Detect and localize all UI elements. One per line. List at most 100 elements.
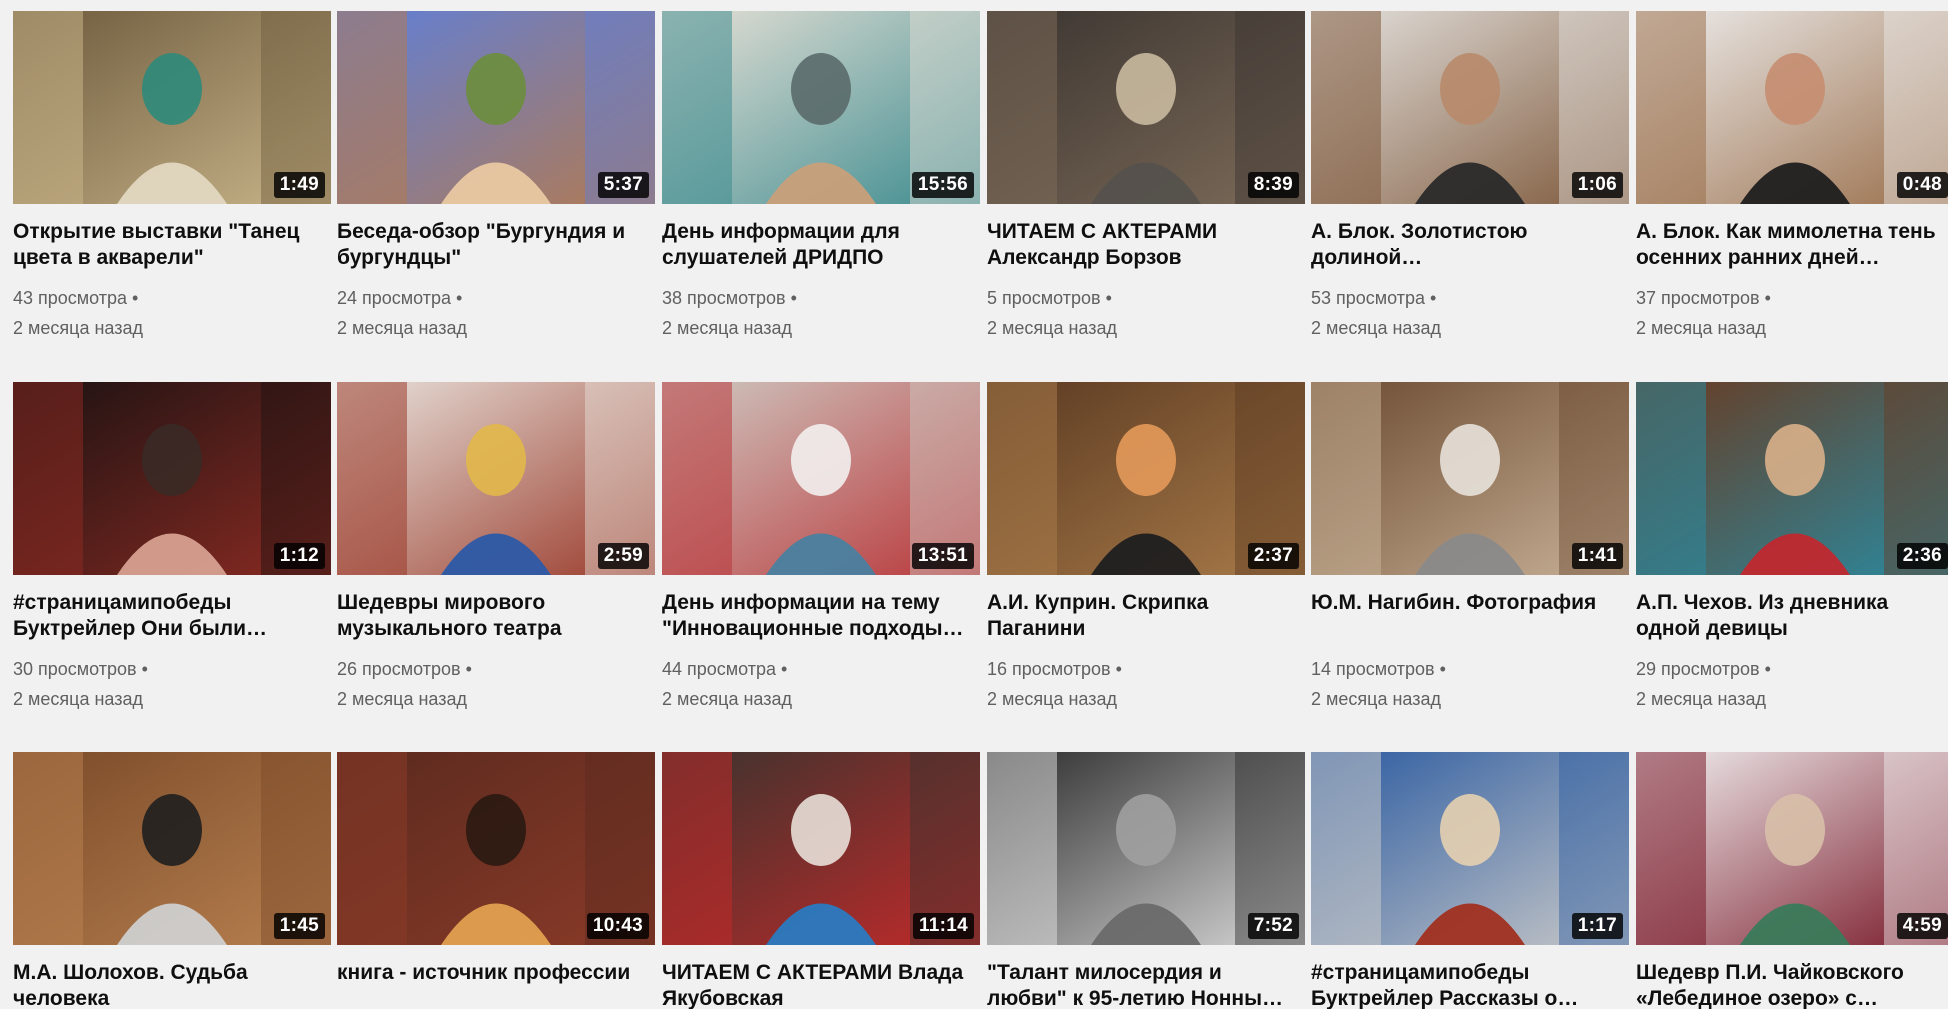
upload-age: 2 месяца назад (1311, 318, 1441, 338)
video-title[interactable]: Шедевры мирового музыкального театра (337, 590, 655, 642)
video-title[interactable]: М.А. Шолохов. Судьба человека (13, 960, 331, 1009)
video-duration: 1:49 (273, 172, 325, 198)
video-title[interactable]: Открытие выставки "Танец цвета в акварел… (13, 219, 331, 271)
video-thumbnail[interactable]: 1:41 (1311, 382, 1629, 575)
video-card[interactable]: 4:59 Шедевр П.И. Чайковского «Лебединое о… (1636, 752, 1948, 1009)
video-meta: 30 просмотров 2 месяца назад (13, 654, 331, 714)
video-title[interactable]: День информации на тему "Инновационные п… (662, 590, 980, 642)
video-meta: 37 просмотров 2 месяца назад (1636, 283, 1948, 343)
view-count: 14 просмотров (1311, 654, 1629, 684)
video-title[interactable]: День информации для слушателей ДРИДПО (662, 219, 980, 271)
video-card[interactable]: 1:17 #страницамипобеды Буктрейлер Рассказ… (1311, 752, 1629, 1009)
view-count: 37 просмотров (1636, 283, 1948, 313)
video-duration: 7:52 (1247, 913, 1299, 939)
video-title[interactable]: #страницамипобеды Буктрейлер Они были… (13, 590, 331, 642)
video-duration: 4:59 (1896, 913, 1948, 939)
video-thumbnail[interactable]: 15:56 (662, 11, 980, 204)
video-thumbnail[interactable]: 0:48 (1636, 11, 1948, 204)
video-meta: 24 просмотра 2 месяца назад (337, 283, 655, 343)
view-count: 38 просмотров (662, 283, 980, 313)
video-duration: 1:12 (273, 543, 325, 569)
video-thumbnail[interactable]: 7:52 (987, 752, 1305, 945)
view-count: 24 просмотра (337, 283, 655, 313)
view-count: 53 просмотра (1311, 283, 1629, 313)
video-title[interactable]: Шедевр П.И. Чайковского «Лебединое озеро… (1636, 960, 1948, 1009)
video-duration: 8:39 (1247, 172, 1299, 198)
video-duration: 1:45 (273, 913, 325, 939)
video-meta: 43 просмотра 2 месяца назад (13, 283, 331, 343)
view-count: 26 просмотров (337, 654, 655, 684)
video-thumbnail[interactable]: 1:06 (1311, 11, 1629, 204)
video-thumbnail[interactable]: 2:59 (337, 382, 655, 575)
view-count: 16 просмотров (987, 654, 1305, 684)
video-duration: 2:37 (1247, 543, 1299, 569)
video-title[interactable]: А.П. Чехов. Из дневника одной девицы (1636, 590, 1948, 642)
video-card[interactable]: 8:39 ЧИТАЕМ С АКТЕРАМИ Александр Борзов 5 … (987, 11, 1305, 343)
video-thumbnail[interactable]: 13:51 (662, 382, 980, 575)
video-duration: 1:17 (1571, 913, 1623, 939)
video-duration: 15:56 (911, 172, 974, 198)
view-count: 29 просмотров (1636, 654, 1948, 684)
video-title[interactable]: А. Блок. Как мимолетна тень осенних ранн… (1636, 219, 1948, 271)
video-title[interactable]: "Талант милосердия и любви" к 95-летию Н… (987, 960, 1305, 1009)
video-duration: 1:41 (1571, 543, 1623, 569)
video-card[interactable]: 7:52 "Талант милосердия и любви" к 95-лет… (987, 752, 1305, 1009)
video-title[interactable]: ЧИТАЕМ С АКТЕРАМИ Влада Якубовская (662, 960, 980, 1009)
video-duration: 1:06 (1571, 172, 1623, 198)
video-title[interactable]: Ю.М. Нагибин. Фотография (1311, 590, 1629, 642)
upload-age: 2 месяца назад (337, 318, 467, 338)
video-card[interactable]: 13:51 День информации на тему "Инновацион… (662, 382, 980, 714)
video-meta: 38 просмотров 2 месяца назад (662, 283, 980, 343)
video-card[interactable]: 1:41 Ю.М. Нагибин. Фотография 14 просмотро… (1311, 382, 1629, 714)
video-card[interactable]: 1:06 А. Блок. Золотистою долиной… 53 просм… (1311, 11, 1629, 343)
video-card[interactable]: 1:49 Открытие выставки "Танец цвета в акв… (13, 11, 331, 343)
video-meta: 53 просмотра 2 месяца назад (1311, 283, 1629, 343)
video-card[interactable]: 10:43 книга - источник профессии (337, 752, 655, 1009)
video-meta: 14 просмотров 2 месяца назад (1311, 654, 1629, 714)
video-grid: 1:49 Открытие выставки "Танец цвета в акв… (0, 0, 1948, 1009)
video-card[interactable]: 5:37 Беседа-обзор "Бургундия и бургундцы"… (337, 11, 655, 343)
video-card[interactable]: 15:56 День информации для слушателей ДРИД… (662, 11, 980, 343)
video-meta: 29 просмотров 2 месяца назад (1636, 654, 1948, 714)
video-thumbnail[interactable]: 2:37 (987, 382, 1305, 575)
upload-age: 2 месяца назад (662, 318, 792, 338)
upload-age: 2 месяца назад (1636, 318, 1766, 338)
video-title[interactable]: книга - источник профессии (337, 960, 655, 1009)
video-card[interactable]: 11:14 ЧИТАЕМ С АКТЕРАМИ Влада Якубовская (662, 752, 980, 1009)
video-duration: 5:37 (597, 172, 649, 198)
video-card[interactable]: 1:12 #страницамипобеды Буктрейлер Они был… (13, 382, 331, 714)
video-duration: 11:14 (912, 913, 974, 939)
video-thumbnail[interactable]: 8:39 (987, 11, 1305, 204)
video-duration: 2:59 (597, 543, 649, 569)
video-title[interactable]: #страницамипобеды Буктрейлер Рассказы о… (1311, 960, 1629, 1009)
video-thumbnail[interactable]: 11:14 (662, 752, 980, 945)
video-meta: 5 просмотров 2 месяца назад (987, 283, 1305, 343)
video-thumbnail[interactable]: 4:59 (1636, 752, 1948, 945)
video-duration: 10:43 (586, 913, 649, 939)
video-thumbnail[interactable]: 1:17 (1311, 752, 1629, 945)
video-thumbnail[interactable]: 1:45 (13, 752, 331, 945)
upload-age: 2 месяца назад (987, 689, 1117, 709)
view-count: 44 просмотра (662, 654, 980, 684)
video-title[interactable]: ЧИТАЕМ С АКТЕРАМИ Александр Борзов (987, 219, 1305, 271)
video-thumbnail[interactable]: 1:49 (13, 11, 331, 204)
upload-age: 2 месяца назад (662, 689, 792, 709)
video-title[interactable]: Беседа-обзор "Бургундия и бургундцы" (337, 219, 655, 271)
video-meta: 16 просмотров 2 месяца назад (987, 654, 1305, 714)
video-title[interactable]: А.И. Куприн. Скрипка Паганини (987, 590, 1305, 642)
video-title[interactable]: А. Блок. Золотистою долиной… (1311, 219, 1629, 271)
video-card[interactable]: 2:36 А.П. Чехов. Из дневника одной девицы… (1636, 382, 1948, 714)
video-thumbnail[interactable]: 10:43 (337, 752, 655, 945)
upload-age: 2 месяца назад (13, 318, 143, 338)
upload-age: 2 месяца назад (1311, 689, 1441, 709)
upload-age: 2 месяца назад (13, 689, 143, 709)
video-thumbnail[interactable]: 2:36 (1636, 382, 1948, 575)
video-duration: 0:48 (1896, 172, 1948, 198)
view-count: 43 просмотра (13, 283, 331, 313)
video-card[interactable]: 1:45 М.А. Шолохов. Судьба человека (13, 752, 331, 1009)
video-thumbnail[interactable]: 5:37 (337, 11, 655, 204)
video-card[interactable]: 0:48 А. Блок. Как мимолетна тень осенних … (1636, 11, 1948, 343)
video-card[interactable]: 2:59 Шедевры мирового музыкального театра… (337, 382, 655, 714)
video-card[interactable]: 2:37 А.И. Куприн. Скрипка Паганини 16 прос… (987, 382, 1305, 714)
video-thumbnail[interactable]: 1:12 (13, 382, 331, 575)
